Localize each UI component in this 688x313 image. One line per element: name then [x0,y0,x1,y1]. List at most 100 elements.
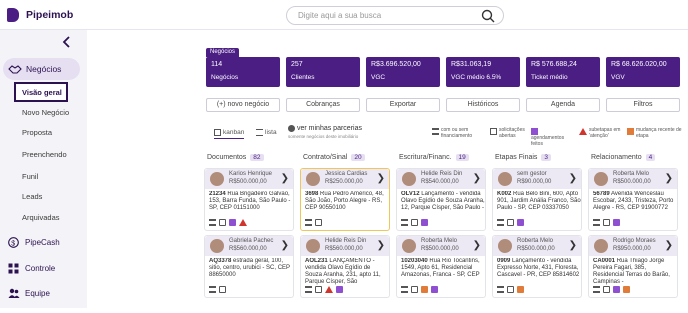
column-count-badge: 4 [645,154,656,161]
stat-card: 114 Negócios [206,57,280,87]
sidebar-item-controle[interactable]: Controle [8,263,55,276]
chevron-right-icon[interactable]: ❯ [377,173,385,184]
agent-name: Roberta Melo [613,171,650,177]
chevron-right-icon[interactable]: ❯ [473,240,481,251]
sidebar-subitem-visao-geral[interactable]: Visão geral [14,82,68,102]
search-input[interactable]: Digite aqui a sua busca [286,6,504,25]
logo-icon [7,8,19,22]
main-content: Negócios 114 Negócios 257 Clientes R$3.696… [87,30,688,313]
sidebar-subitem-funil[interactable]: Funil [22,172,38,181]
deal-card[interactable]: Rodrigo Moraes R$950.000,00 ❯ CA0001 Rua Th… [588,235,678,298]
deal-card[interactable]: Gabriela Pachec R$560.000,00 ❯ AQ3378 estra… [204,235,294,298]
card-price: R$540.000,00 [421,179,459,185]
deal-card[interactable]: Jessica Cardias R$250.000,00 ❯ 3698 Rua Ped… [300,168,390,231]
card-icons [497,286,527,294]
avatar [594,239,608,253]
sidebar-subitem-preenchendo[interactable]: Preenchendo [22,150,67,159]
new-business-button[interactable]: (+) novo negócio [206,98,280,112]
tab-label: lista [265,129,277,137]
chevron-right-icon[interactable]: ❯ [281,173,289,184]
card-code: 56789 [593,191,610,197]
card-address: OLV12 Lançamento - vendida Olavo Egídio … [401,191,485,220]
stat-label: VGC [371,74,386,81]
stat-card: R$3.696.520,00 VGC [366,57,440,87]
deal-card[interactable]: Roberta Melo R$500.000,00 ❯ 0909 Lançamento… [492,235,582,298]
sidebar-subitem-arquivadas[interactable]: Arquivadas [22,213,60,222]
calendar-icon [421,219,428,226]
agent-name: Helide Reis Din [421,171,463,177]
history-button[interactable]: Históricos [446,98,520,112]
document-icon [490,128,497,135]
deal-card[interactable]: sem gestor R$90.000,00 ❯ K002 Rua Belo Bini… [492,168,582,231]
partnerships-label: ver minhas parcerias [297,125,362,133]
deal-card[interactable]: Helide Reis Din R$540.000,00 ❯ OLV12 Lançam… [396,168,486,231]
legend-label: com ou sem financiamento [441,127,473,139]
calendar-icon [431,286,438,293]
sidebar-subitem-proposta[interactable]: Proposta [22,128,52,137]
column-header: Contrato/Sinal 20 [303,154,365,161]
stat-label: Ticket médio [531,74,568,81]
card-price: R$560.000,00 [325,246,363,252]
filters-button[interactable]: Filtros [606,98,680,112]
avatar [402,172,416,186]
chevron-right-icon[interactable]: ❯ [665,173,673,184]
kanban-icon [214,129,221,136]
tab-label: kanban [223,129,245,137]
sidebar-subitem-leads[interactable]: Leads [22,192,42,201]
bank-icon [305,286,312,293]
search-icon[interactable] [481,9,495,23]
card-price: R$500.000,00 [229,179,267,185]
document-icon [603,286,610,293]
card-address: AQ3378 estrada geral, 100, sitio, centro… [209,258,293,287]
legend-appointments: agendamentos feitos [531,127,573,147]
bank-icon [209,286,216,293]
bank-icon [401,219,408,226]
partnerships-toggle[interactable]: ver minhas parcerias [288,125,362,132]
card-price: R$500.000,00 [517,246,555,252]
partnerships-hint: somente negócios deste imobiliário [288,134,359,139]
card-header: Karios Henrique R$500.000,00 ❯ [205,169,293,189]
chevron-right-icon[interactable]: ❯ [377,240,385,251]
tab-kanban[interactable]: kanban [214,129,245,140]
stat-value: 114 [211,61,223,68]
sidebar-subitem-novo-negocio[interactable]: Novo Negócio [22,108,69,117]
chevron-right-icon[interactable]: ❯ [569,240,577,251]
card-address: AOL231 LANÇAMENTO - vendida Olavo Egídio… [305,258,389,287]
top-bar: Pipeimob Digite aqui a sua busca [0,0,688,30]
export-button[interactable]: Exportar [366,98,440,112]
chevron-right-icon[interactable]: ❯ [665,240,673,251]
agent-name: Gabriela Pachec [229,238,274,244]
card-icons [401,286,441,294]
chevron-left-icon[interactable] [62,36,72,48]
agenda-button[interactable]: Agenda [526,98,600,112]
sidebar-item-pipecash[interactable]: $ PipeCash [8,237,60,250]
stat-value: 257 [291,61,303,68]
card-price: R$560.000,00 [229,246,267,252]
stat-value: R$3.696.520,00 [371,61,421,68]
chevron-right-icon[interactable]: ❯ [569,173,577,184]
card-code: CA0001 [593,258,616,264]
list-icon [256,129,263,136]
card-address: 0909 Lançamento - vendida Expresso Norte… [497,258,581,287]
deal-card[interactable]: Karios Henrique R$500.000,00 ❯ 21234 Rua Br… [204,168,294,231]
deal-card[interactable]: Roberta Melo R$500.000,00 ❯ 56789 Avenida W… [588,168,678,231]
warning-icon [325,286,333,293]
sidebar-item-negocios[interactable]: Negócios [3,58,80,80]
tab-lista[interactable]: lista [256,129,277,136]
card-header: Roberta Melo R$500.000,00 ❯ [397,236,485,256]
column-count-badge: 3 [541,154,552,161]
chevron-right-icon[interactable]: ❯ [473,173,481,184]
stat-card: R$ 68.626.020,00 VGV [606,57,680,87]
agent-name: Rodrigo Moraes [613,238,656,244]
chevron-right-icon[interactable]: ❯ [281,240,289,251]
tag-icon [627,128,634,135]
deal-card[interactable]: Helide Reis Din R$560.000,00 ❯ AOL231 LANÇA… [300,235,390,298]
app-name: Pipeimob [26,9,74,21]
tag-icon [421,286,428,293]
deal-card[interactable]: Roberta Melo R$500.000,00 ❯ 10203040 Rua Ri… [396,235,486,298]
billing-button[interactable]: Cobranças [286,98,360,112]
bank-icon [432,128,439,135]
sidebar-item-equipe[interactable]: Equipe [8,288,50,301]
column-header: Etapas Finais 3 [495,154,552,161]
card-header: Roberta Melo R$500.000,00 ❯ [589,169,677,189]
